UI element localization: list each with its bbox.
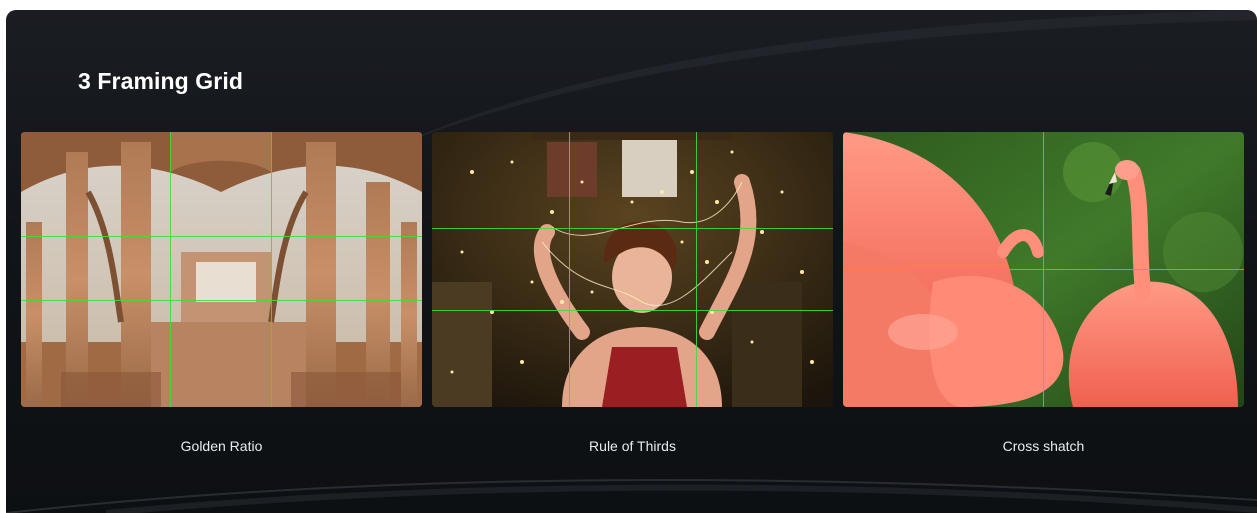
framing-grid-panel: 3 Framing Grid Golden Ratio Rule of Thir… bbox=[6, 10, 1257, 513]
page-title: 3 Framing Grid bbox=[78, 68, 243, 94]
rule-of-thirds-vertical-line-2 bbox=[696, 132, 697, 407]
rule-of-thirds-horizontal-line-2 bbox=[432, 310, 833, 311]
rule-of-thirds-vertical-line-1 bbox=[569, 132, 570, 407]
rule-of-thirds-horizontal-line-1 bbox=[432, 228, 833, 229]
golden-ratio-caption: Golden Ratio bbox=[180, 438, 263, 454]
golden-ratio-horizontal-line-2 bbox=[21, 300, 422, 301]
cross-shatch-preview[interactable] bbox=[843, 132, 1244, 407]
architecture-photo bbox=[21, 132, 422, 407]
portrait-lights-photo bbox=[432, 132, 833, 407]
cross-shatch-caption: Cross shatch bbox=[1002, 438, 1085, 454]
golden-ratio-vertical-line-1 bbox=[170, 132, 171, 407]
golden-ratio-preview[interactable] bbox=[21, 132, 422, 407]
golden-ratio-horizontal-line-1 bbox=[21, 236, 422, 237]
golden-ratio-vertical-line-2 bbox=[271, 132, 272, 407]
rule-of-thirds-caption: Rule of Thirds bbox=[589, 438, 676, 454]
cross-shatch-horizontal-line bbox=[843, 269, 1244, 270]
rule-of-thirds-preview[interactable] bbox=[432, 132, 833, 407]
